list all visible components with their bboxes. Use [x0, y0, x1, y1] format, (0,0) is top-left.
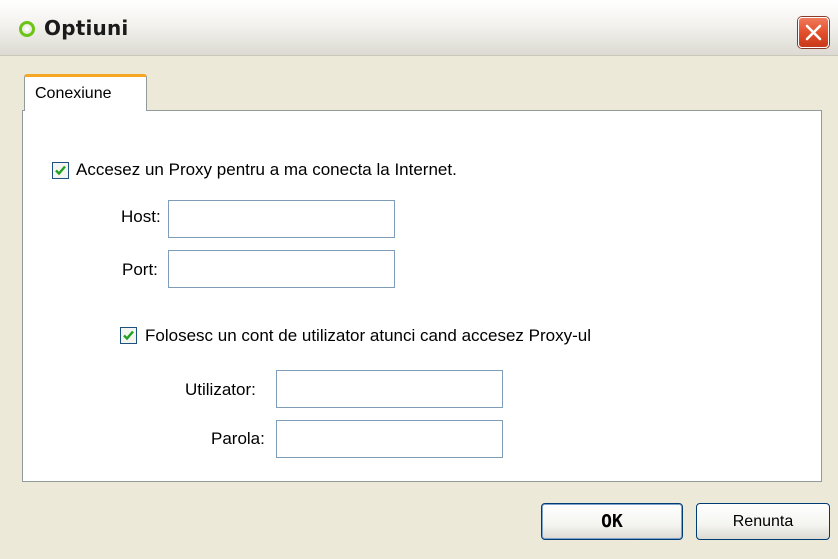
password-label: Parola:	[211, 429, 265, 448]
checkmark-icon	[123, 330, 134, 341]
cancel-button[interactable]: Renunta	[696, 503, 830, 540]
port-input[interactable]	[168, 250, 395, 288]
use-account-label: Folosesc un cont de utilizator atunci ca…	[145, 326, 592, 345]
title-bar: Optiuni	[0, 0, 838, 56]
ok-button[interactable]: OK	[541, 503, 683, 540]
tab-label: Conexiune	[35, 85, 112, 102]
host-input[interactable]	[168, 200, 395, 238]
port-label: Port:	[122, 260, 158, 279]
use-proxy-checkbox[interactable]	[52, 162, 69, 179]
user-label: Utilizator:	[185, 380, 256, 399]
use-account-checkbox[interactable]	[120, 327, 137, 344]
cancel-button-label: Renunta	[732, 513, 794, 530]
close-icon	[805, 24, 822, 41]
close-button[interactable]	[798, 17, 829, 48]
user-input[interactable]	[276, 370, 503, 408]
ok-button-label: OK	[601, 511, 623, 532]
host-label: Host:	[121, 207, 161, 226]
window-title: Optiuni	[44, 16, 129, 40]
password-input[interactable]	[276, 420, 503, 458]
checkmark-icon	[55, 165, 66, 176]
use-proxy-label: Accesez un Proxy pentru a ma conecta la …	[76, 160, 457, 179]
tab-conexiune[interactable]: Conexiune	[24, 74, 147, 111]
app-ring-icon	[19, 21, 35, 37]
